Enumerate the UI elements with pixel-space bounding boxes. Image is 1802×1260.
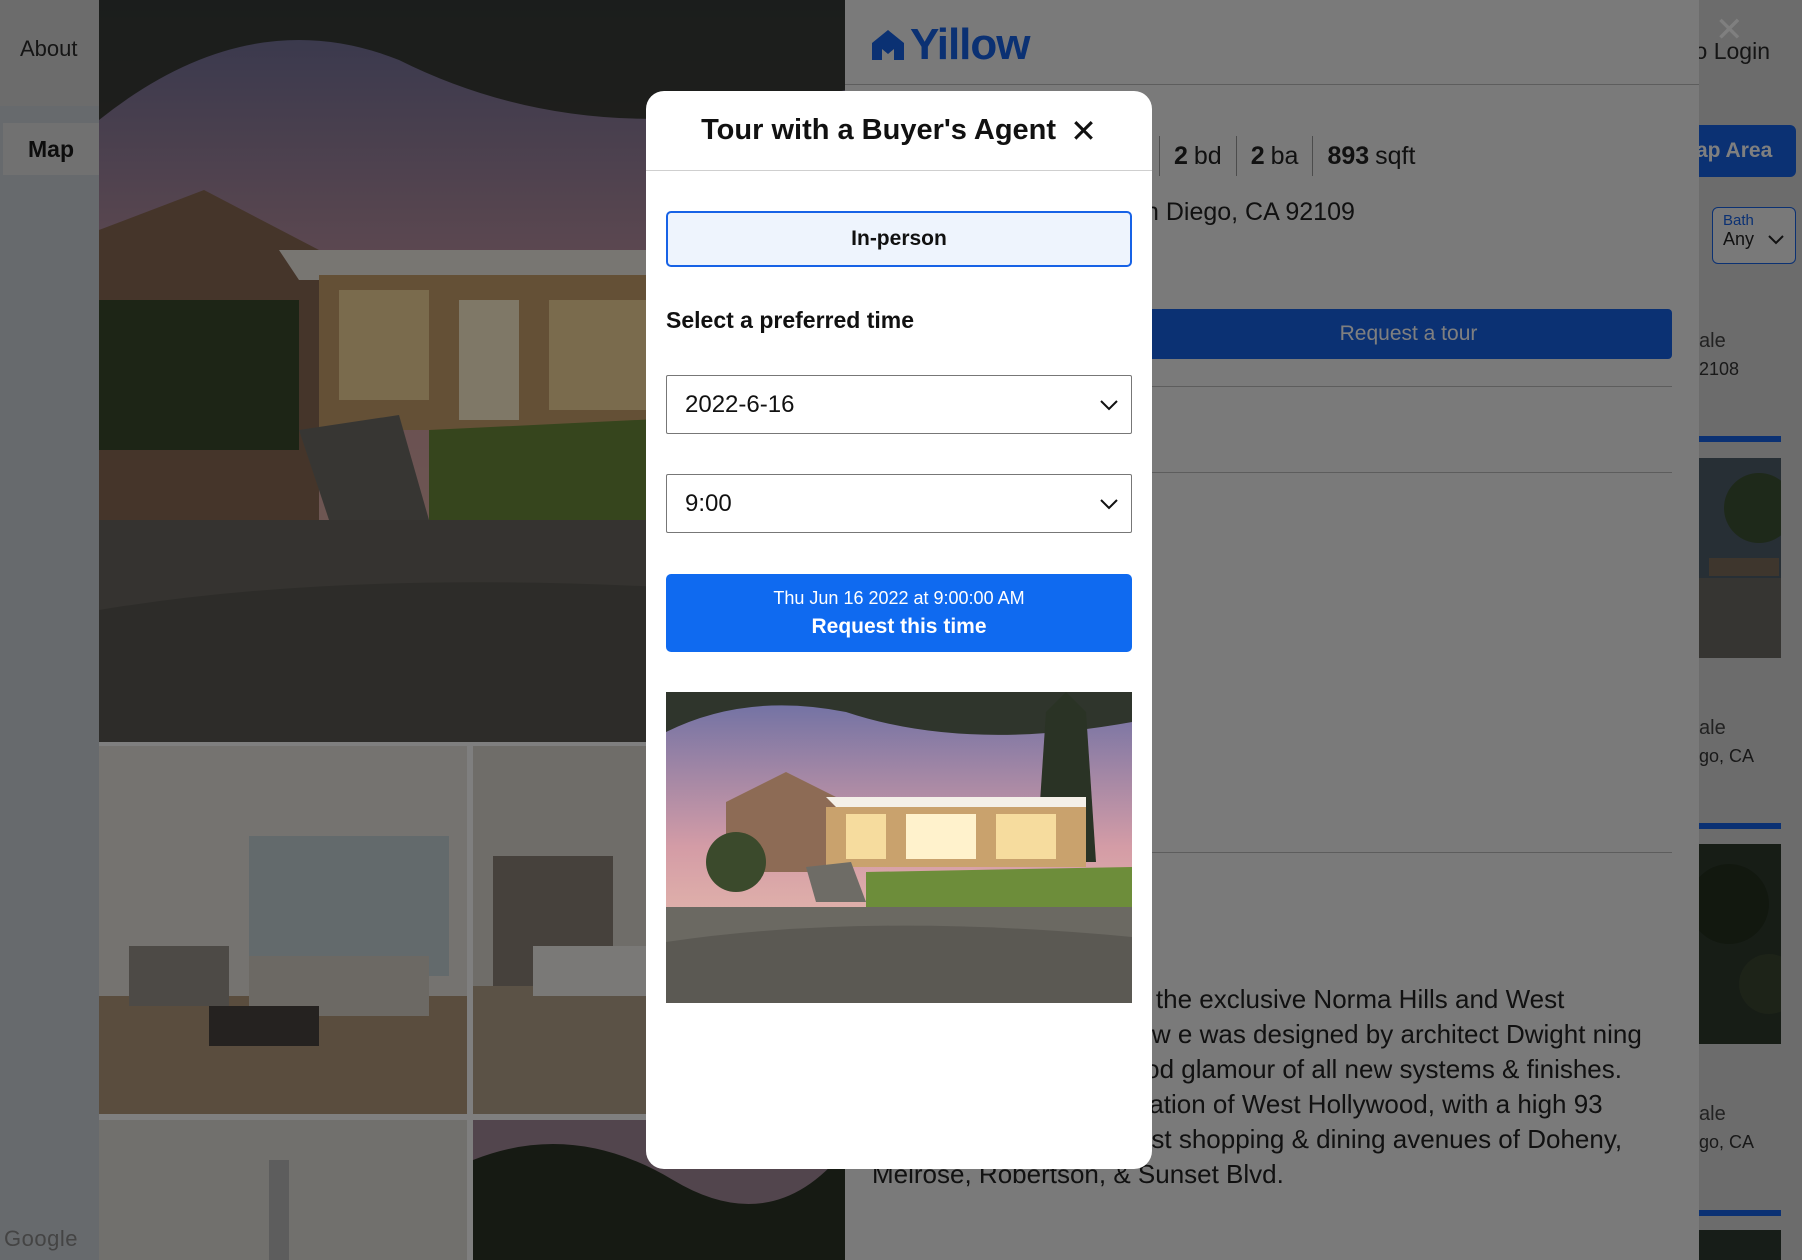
chevron-down-icon — [1100, 498, 1118, 509]
selected-datetime: Thu Jun 16 2022 at 9:00:00 AM — [773, 587, 1025, 608]
modal-header: Tour with a Buyer's Agent ✕ — [646, 91, 1152, 171]
request-time-button[interactable]: Thu Jun 16 2022 at 9:00:00 AM Request th… — [666, 574, 1132, 652]
modal-title: Tour with a Buyer's Agent — [701, 114, 1057, 146]
tour-modal: Tour with a Buyer's Agent ✕ In-person Se… — [646, 91, 1152, 1169]
date-select[interactable]: 2022-6-16 — [666, 375, 1132, 434]
preferred-time-label: Select a preferred time — [666, 307, 915, 333]
date-select-value: 2022-6-16 — [685, 390, 795, 418]
chevron-down-icon — [1100, 399, 1118, 410]
request-time-label: Request this time — [811, 614, 987, 638]
time-select[interactable]: 9:00 — [666, 474, 1132, 533]
house-photo — [666, 692, 1132, 1003]
time-select-value: 9:00 — [685, 489, 732, 517]
in-person-option[interactable]: In-person — [666, 211, 1132, 267]
close-icon[interactable]: ✕ — [1070, 115, 1097, 147]
